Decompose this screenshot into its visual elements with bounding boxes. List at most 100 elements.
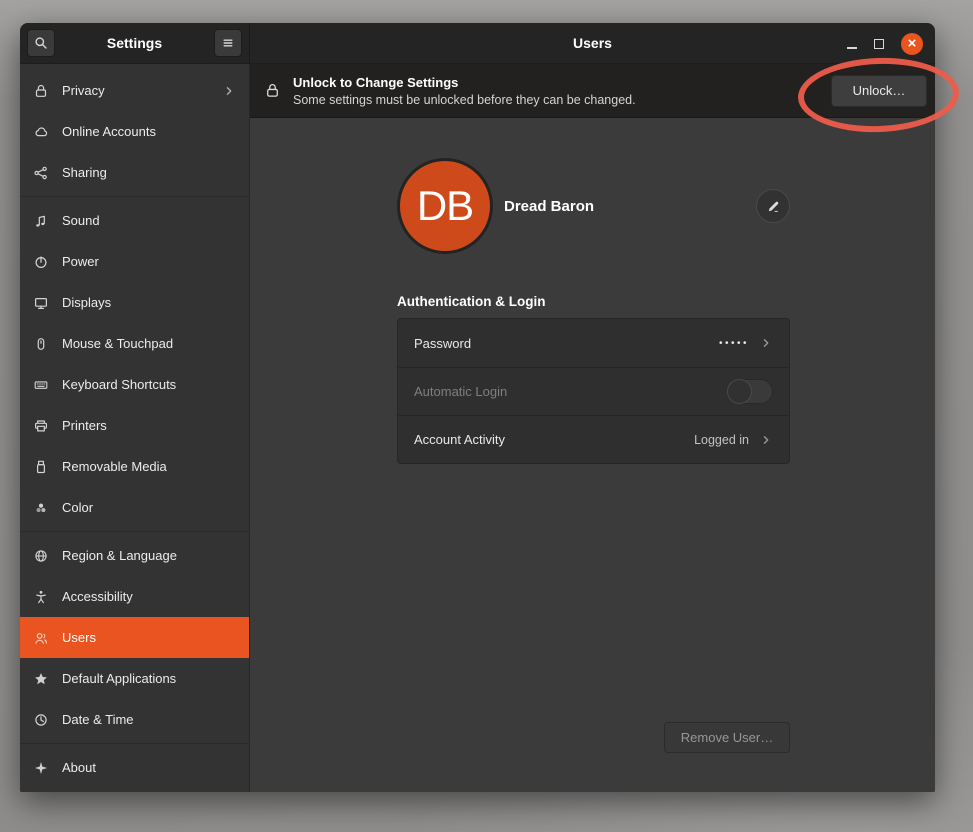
account-activity-label: Account Activity <box>414 432 505 447</box>
close-icon: × <box>908 36 917 51</box>
sidebar-item-sharing[interactable]: Sharing <box>20 152 249 193</box>
sidebar-item-label: Displays <box>62 295 111 310</box>
user-name: Dread Baron <box>504 198 756 215</box>
sidebar-item-default-applications[interactable]: Default Applications <box>20 658 249 699</box>
sidebar-item-label: Sharing <box>62 165 107 180</box>
automatic-login-label: Automatic Login <box>414 384 507 399</box>
sidebar-item-power[interactable]: Power <box>20 241 249 282</box>
sidebar-item-about[interactable]: About <box>20 747 249 788</box>
window-controls: × <box>847 23 923 64</box>
user-card: DB Dread Baron <box>397 158 790 254</box>
sidebar-item-sound[interactable]: Sound <box>20 200 249 241</box>
unlock-banner-text: Unlock to Change Settings Some settings … <box>293 75 636 107</box>
search-icon <box>33 35 49 51</box>
sidebar-separator <box>20 531 249 532</box>
sidebar-item-accessibility[interactable]: Accessibility <box>20 576 249 617</box>
sidebar-item-keyboard-shortcuts[interactable]: Keyboard Shortcuts <box>20 364 249 405</box>
sidebar-item-online-accounts[interactable]: Online Accounts <box>20 111 249 152</box>
music-note-icon <box>33 213 49 229</box>
password-row[interactable]: Password ••••• <box>398 319 789 367</box>
password-label: Password <box>414 336 471 351</box>
sidebar-item-region-language[interactable]: Region & Language <box>20 535 249 576</box>
main-titlebar: Users × <box>250 23 935 64</box>
hamburger-menu-icon <box>220 35 236 51</box>
unlock-button[interactable]: Unlock… <box>831 75 927 107</box>
user-content: DB Dread Baron Authentication & Login Pa… <box>397 118 790 464</box>
sidebar-titlebar: Settings <box>20 23 250 64</box>
sidebar-item-label: Online Accounts <box>62 124 156 139</box>
sidebar-item-label: Mouse & Touchpad <box>62 336 173 351</box>
close-button[interactable]: × <box>901 33 923 55</box>
power-icon <box>33 254 49 270</box>
remove-user-area: Remove User… <box>397 722 790 753</box>
unlock-banner-subtitle: Some settings must be unlocked before th… <box>293 93 636 107</box>
sidebar-separator <box>20 196 249 197</box>
sidebar-item-label: About <box>62 760 96 775</box>
display-icon <box>33 295 49 311</box>
chevron-right-icon <box>759 336 773 350</box>
globe-icon <box>33 548 49 564</box>
sidebar-item-label: Date & Time <box>62 712 134 727</box>
sidebar-item-label: Users <box>62 630 96 645</box>
minimize-button[interactable] <box>847 47 857 49</box>
sidebar-item-label: Removable Media <box>62 459 167 474</box>
password-right: ••••• <box>719 336 773 350</box>
mouse-icon <box>33 336 49 352</box>
account-activity-value: Logged in <box>694 433 749 447</box>
maximize-button[interactable] <box>874 39 884 49</box>
accessibility-person-icon <box>33 589 49 605</box>
color-circles-icon <box>33 500 49 516</box>
chevron-right-icon <box>759 433 773 447</box>
cloud-icon <box>33 124 49 140</box>
sidebar-item-label: Printers <box>62 418 107 433</box>
panel-title: Users <box>250 23 935 64</box>
printer-icon <box>33 418 49 434</box>
sidebar-item-label: Default Applications <box>62 671 176 686</box>
unlock-banner-title: Unlock to Change Settings <box>293 75 636 90</box>
unlock-banner: Unlock to Change Settings Some settings … <box>250 64 935 118</box>
lock-icon <box>33 83 49 99</box>
sidebar-item-label: Keyboard Shortcuts <box>62 377 176 392</box>
auth-section-title: Authentication & Login <box>397 294 790 309</box>
share-icon <box>33 165 49 181</box>
account-activity-row[interactable]: Account Activity Logged in <box>398 415 789 463</box>
automatic-login-toggle[interactable] <box>727 379 773 404</box>
sidebar-item-label: Color <box>62 500 93 515</box>
chevron-right-icon <box>222 84 236 98</box>
auth-list: Password ••••• Automatic Login <box>397 318 790 464</box>
sidebar-item-label: Sound <box>62 213 100 228</box>
clock-icon <box>33 712 49 728</box>
sidebar-item-date-time[interactable]: Date & Time <box>20 699 249 740</box>
pencil-icon <box>766 199 781 214</box>
sidebar-item-label: Region & Language <box>62 548 177 563</box>
sidebar-item-removable-media[interactable]: Removable Media <box>20 446 249 487</box>
search-button[interactable] <box>27 29 55 57</box>
sidebar-item-mouse-touchpad[interactable]: Mouse & Touchpad <box>20 323 249 364</box>
sidebar-item-users[interactable]: Users <box>20 617 249 658</box>
automatic-login-right <box>727 379 773 404</box>
sidebar-item-privacy[interactable]: Privacy <box>20 70 249 111</box>
sidebar-item-displays[interactable]: Displays <box>20 282 249 323</box>
edit-name-button[interactable] <box>756 189 790 223</box>
sidebar-item-label: Privacy <box>62 83 105 98</box>
sidebar-item-label: Power <box>62 254 99 269</box>
sidebar-item-printers[interactable]: Printers <box>20 405 249 446</box>
sparkle-icon <box>33 760 49 776</box>
sidebar-item-color[interactable]: Color <box>20 487 249 528</box>
settings-window: Settings Users × Priva <box>20 23 935 792</box>
keyboard-icon <box>33 377 49 393</box>
account-activity-right: Logged in <box>694 433 773 447</box>
usb-drive-icon <box>33 459 49 475</box>
menu-button[interactable] <box>214 29 242 57</box>
lock-icon <box>264 82 281 99</box>
users-panel: Unlock to Change Settings Some settings … <box>250 64 935 792</box>
star-icon <box>33 671 49 687</box>
settings-title: Settings <box>55 35 214 51</box>
automatic-login-row: Automatic Login <box>398 367 789 415</box>
avatar-initials: DB <box>417 182 473 230</box>
toggle-knob <box>727 379 752 404</box>
sidebar-separator <box>20 743 249 744</box>
password-dots: ••••• <box>719 338 749 349</box>
remove-user-button[interactable]: Remove User… <box>664 722 790 753</box>
sidebar-item-label: Accessibility <box>62 589 133 604</box>
